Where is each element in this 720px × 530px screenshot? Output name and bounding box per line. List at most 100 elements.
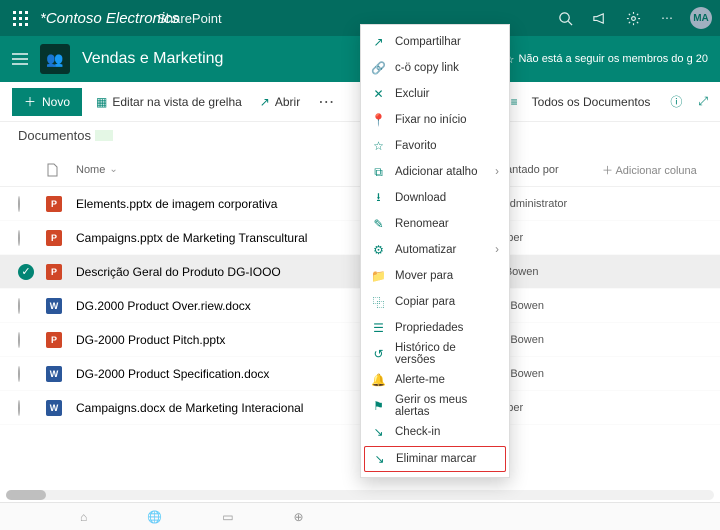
powerpoint-icon: P: [46, 196, 62, 212]
row-select-circle[interactable]: [18, 196, 20, 212]
view-selector[interactable]: Todos os Documentos: [528, 91, 655, 113]
open-icon: ↗: [260, 95, 270, 109]
ctx-download[interactable]: ⭳ Download: [361, 185, 509, 211]
view-name: Todos os Documentos: [532, 95, 651, 109]
ctx-link[interactable]: 🔗 c-ö copy link: [361, 55, 509, 81]
ctx-alert[interactable]: 🔔 Alerte-me: [361, 367, 509, 393]
row-select-circle[interactable]: [18, 332, 20, 348]
plus-icon: ＋: [24, 93, 36, 110]
nav-toggle-icon[interactable]: [12, 53, 28, 65]
ctx-label: Excluir: [395, 88, 430, 100]
add-column[interactable]: ＋ Adicionar coluna: [602, 162, 702, 178]
ctx-history[interactable]: ↺ Histórico de versões: [361, 341, 509, 367]
site-title[interactable]: Vendas e Marketing: [82, 50, 223, 68]
grid-icon: ▦: [96, 95, 107, 109]
props-icon: ☰: [371, 321, 386, 336]
ctx-flow[interactable]: ⚙ Automatizar: [361, 237, 509, 263]
app-launcher-icon[interactable]: [8, 6, 32, 30]
copy-icon: ⿻: [371, 295, 386, 310]
powerpoint-icon: P: [46, 230, 62, 246]
ctx-copy[interactable]: ⿻ Copiar para: [361, 289, 509, 315]
ctx-label: Compartilhar: [395, 36, 461, 48]
follow-status[interactable]: ☆ Não está a seguir os membros do g 20: [505, 53, 708, 66]
follow-text: Não está a seguir os membros do g 20: [518, 53, 708, 65]
edit-grid-button[interactable]: ▦ Editar na vista de grelha: [92, 91, 246, 113]
row-selected-icon[interactable]: ✓: [18, 264, 34, 280]
rename-icon: ✎: [371, 217, 386, 232]
checkin-icon: ↘: [371, 425, 386, 440]
context-menu: ↗ Compartilhar 🔗 c-ö copy link ✕ Excluir 📍Fixa…: [360, 24, 510, 478]
more-icon[interactable]: ⋯: [653, 4, 681, 32]
edit-grid-label: Editar na vista de grelha: [112, 95, 241, 109]
globe-icon[interactable]: 🌐: [147, 510, 162, 524]
col-filetype[interactable]: [46, 163, 76, 177]
search-icon[interactable]: [551, 4, 579, 32]
scrollbar-thumb[interactable]: [6, 490, 46, 500]
row-select-circle[interactable]: [18, 400, 20, 416]
filter-icon[interactable]: ≡: [511, 95, 518, 109]
ctx-label: Renomear: [395, 218, 449, 230]
link-icon: 🔗: [371, 61, 386, 76]
ctx-label: c-ö copy link: [395, 62, 459, 74]
move-icon: 📁: [371, 269, 386, 284]
row-select-circle[interactable]: [18, 366, 20, 382]
product-name: SharePoint: [157, 11, 221, 26]
word-icon: W: [46, 366, 62, 382]
ctx-label: Alerte-me: [395, 374, 445, 386]
download-icon: ⭳: [371, 191, 386, 206]
ctx-label: Copiar para: [395, 296, 455, 308]
share-icon: ↗: [371, 35, 386, 50]
powerpoint-icon: P: [46, 264, 62, 280]
ctx-delete[interactable]: ✕ Excluir: [361, 81, 509, 107]
manage-icon: ⚑: [371, 399, 386, 414]
flow-icon: ⚙: [371, 243, 386, 258]
ctx-label: Favorito: [395, 140, 437, 152]
ctx-label: Automatizar: [395, 244, 456, 256]
card-icon[interactable]: ▭: [222, 510, 233, 524]
history-icon: ↺: [371, 347, 386, 362]
row-select-circle[interactable]: [18, 230, 20, 246]
delete-icon: ✕: [371, 87, 386, 102]
row-select-circle[interactable]: [18, 298, 20, 314]
new-button[interactable]: ＋ Novo: [12, 88, 82, 116]
alert-icon: 🔔: [371, 373, 386, 388]
open-button[interactable]: ↗ Abrir: [256, 91, 304, 113]
ctx-shortcut[interactable]: ⧉ Adicionar atalho: [361, 159, 509, 185]
ctx-label: Histórico de versões: [395, 342, 499, 366]
overflow-button[interactable]: ⋯: [314, 88, 338, 116]
ctx-label: Download: [395, 192, 446, 204]
ctx-star[interactable]: ☆ Favorito: [361, 133, 509, 159]
ctx-label: Propriedades: [395, 322, 463, 334]
ctx-props[interactable]: ☰ Propriedades: [361, 315, 509, 341]
discard-icon: ↘: [372, 452, 387, 467]
ctx-discard[interactable]: ↘ Eliminar marcar: [364, 446, 506, 472]
word-icon: W: [46, 400, 62, 416]
open-label: Abrir: [275, 95, 300, 109]
ctx-move[interactable]: 📁 Mover para: [361, 263, 509, 289]
new-button-label: Novo: [42, 95, 70, 109]
ctx-manage[interactable]: ⚑ Gerir os meus alertas: [361, 393, 509, 419]
ctx-label: Gerir os meus alertas: [395, 394, 499, 418]
ctx-label: Check-in: [395, 426, 440, 438]
ctx-label: Adicionar atalho: [395, 166, 477, 178]
ctx-label: Mover para: [395, 270, 453, 282]
word-icon: W: [46, 298, 62, 314]
pin-icon: 📍: [371, 113, 386, 128]
ctx-pin[interactable]: 📍Fixar no início: [361, 107, 509, 133]
home-icon[interactable]: ⌂: [80, 510, 87, 524]
ctx-checkin[interactable]: ↘ Check-in: [361, 419, 509, 445]
settings-icon[interactable]: [619, 4, 647, 32]
star-icon: ☆: [371, 139, 386, 154]
ctx-share[interactable]: ↗ Compartilhar: [361, 29, 509, 55]
megaphone-icon[interactable]: [585, 4, 613, 32]
shortcut-icon: ⧉: [371, 165, 386, 180]
user-avatar[interactable]: MA: [690, 7, 712, 29]
info-icon[interactable]: ⓘ: [670, 93, 682, 110]
ctx-rename[interactable]: ✎ Renomear: [361, 211, 509, 237]
ctx-label: Eliminar marcar: [396, 453, 477, 465]
horizontal-scrollbar[interactable]: [6, 490, 714, 500]
site-logo[interactable]: 👥: [40, 44, 70, 74]
powerpoint-icon: P: [46, 332, 62, 348]
expand-icon[interactable]: ⤢: [698, 94, 708, 109]
add-tab-icon[interactable]: ⊕: [294, 510, 304, 524]
